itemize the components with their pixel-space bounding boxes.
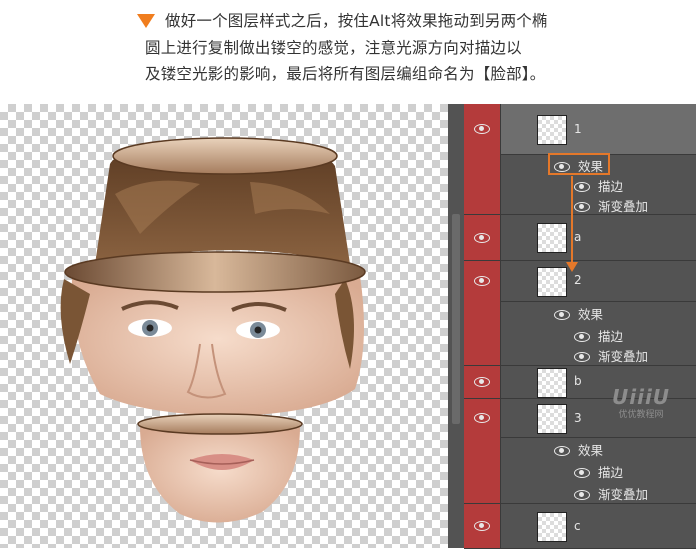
effect-item-gradient-overlay[interactable]: 渐变叠加	[464, 481, 696, 504]
layer-visibility-toggle[interactable]	[464, 261, 501, 301]
layer-visibility-toggle[interactable]	[464, 215, 501, 260]
effects-highlight-box	[548, 153, 610, 175]
layer-visibility-toggle[interactable]	[464, 504, 501, 548]
layer-row-a[interactable]: a	[464, 215, 696, 261]
eye-icon	[574, 181, 590, 192]
watermark-site: 优优教程网	[618, 410, 664, 420]
effect-item-stroke[interactable]: 描边	[464, 174, 696, 194]
eye-icon	[574, 351, 590, 362]
effect-item-stroke[interactable]: 描边	[464, 459, 696, 481]
layer-row-1[interactable]: 1	[464, 104, 696, 155]
drag-arrow-head-icon	[566, 262, 578, 272]
layer-name: 2	[574, 273, 582, 287]
eye-icon	[574, 489, 590, 500]
orange-triangle-icon	[137, 14, 155, 28]
eye-icon	[474, 276, 490, 286]
layer-name: 3	[574, 411, 582, 425]
layer-visibility-toggle[interactable]	[464, 399, 501, 437]
watermark: UiiiU 优优教程网	[612, 385, 670, 420]
eye-icon	[474, 232, 490, 243]
panel-scrollbar[interactable]	[448, 104, 464, 548]
document-canvas[interactable]	[0, 104, 448, 548]
eye-icon	[474, 413, 490, 423]
eye-icon	[574, 467, 590, 478]
eye-icon	[474, 124, 490, 134]
watermark-brand: UiiiU	[612, 385, 671, 409]
layer-thumbnail	[537, 223, 567, 253]
effect-item-stroke[interactable]: 描边	[464, 323, 696, 345]
layer-row-c[interactable]: c	[464, 504, 696, 549]
layer-row-2[interactable]: 2	[464, 261, 696, 302]
layer-thumbnail	[537, 404, 567, 434]
layer-thumbnail	[537, 115, 567, 145]
layer-visibility-toggle[interactable]	[464, 366, 501, 398]
middle-face-shape	[71, 276, 364, 416]
layer-name: a	[574, 230, 582, 244]
layer-thumbnail	[537, 267, 567, 297]
tutorial-caption: 做好一个图层样式之后，按住Alt将效果拖动到另两个椭 圆上进行复制做出镂空的感觉…	[0, 0, 696, 100]
eye-icon	[574, 331, 590, 342]
effects-row[interactable]: 效果	[464, 301, 696, 323]
scrollbar-thumb[interactable]	[452, 214, 460, 424]
caption-line-3: 及镂空光影的影响，最后将所有图层编组命名为【脸部】。	[145, 65, 546, 83]
bottom-rim-ellipse	[137, 413, 303, 435]
caption-line-2: 圆上进行复制做出镂空的感觉，注意光源方向对描边以	[145, 39, 522, 57]
layer-thumbnail	[537, 368, 567, 398]
eye-icon	[554, 445, 570, 456]
eye-icon	[474, 521, 490, 531]
eye-icon	[474, 377, 490, 387]
effect-item-gradient-overlay[interactable]: 渐变叠加	[464, 345, 696, 366]
bottom-chin-shape	[140, 426, 300, 523]
effects-row[interactable]: 效果	[464, 437, 696, 459]
top-rim-ellipse	[112, 137, 338, 175]
eye-icon	[554, 309, 570, 320]
middle-rim-ellipse	[64, 251, 366, 293]
drag-arrow-line	[571, 176, 573, 264]
face-illustration	[60, 137, 366, 523]
layer-name: b	[574, 374, 582, 388]
layer-thumbnail	[537, 512, 567, 542]
layer-name: c	[574, 519, 581, 533]
caption-line-1: 做好一个图层样式之后，按住Alt将效果拖动到另两个椭	[165, 12, 548, 30]
eye-icon	[574, 201, 590, 212]
layer-visibility-toggle[interactable]	[464, 104, 501, 154]
layer-name: 1	[574, 122, 582, 136]
effect-item-gradient-overlay[interactable]: 渐变叠加	[464, 194, 696, 215]
